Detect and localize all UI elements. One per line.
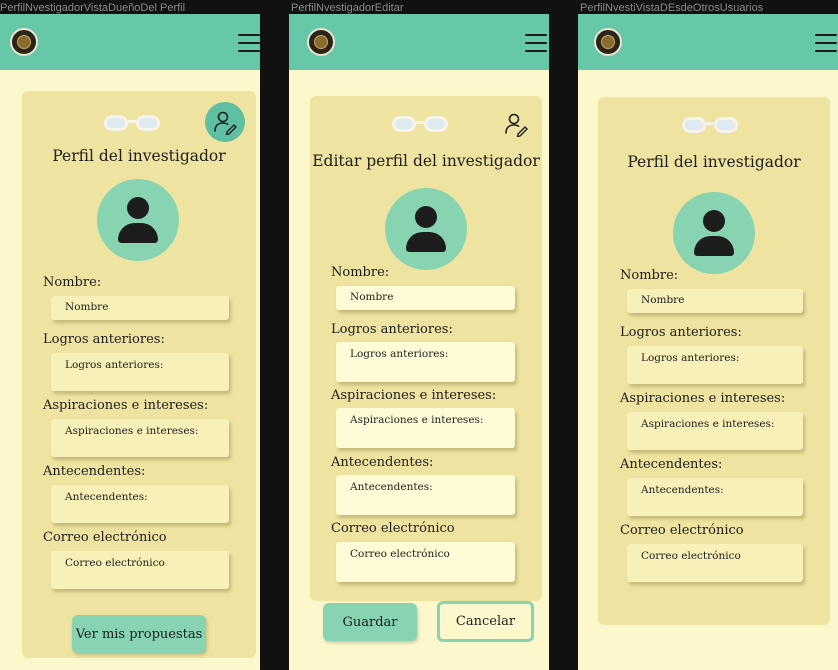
field-value-antecendentes: Antecendentes:	[627, 478, 803, 516]
field-value-aspiraciones: Aspiraciones e intereses:	[627, 412, 803, 450]
page-title: Editar perfil del investigador	[312, 152, 540, 170]
top-bar	[578, 14, 838, 70]
hamburger-menu-icon[interactable]	[238, 34, 260, 52]
field-value-correo: Correo electrónico	[51, 551, 229, 589]
hamburger-menu-icon[interactable]	[525, 34, 547, 52]
field-value-antecendentes: Antecendentes:	[51, 485, 229, 523]
glasses-icon	[680, 113, 740, 137]
page-title: Perfil del investigador	[627, 153, 801, 171]
field-label-antecendentes: Antecendentes:	[331, 455, 434, 470]
edit-profile-icon[interactable]	[500, 108, 532, 140]
page-title: Perfil del investigador	[52, 147, 226, 165]
field-label-correo: Correo electrónico	[331, 521, 455, 536]
logo-icon[interactable]	[307, 28, 335, 56]
field-label-logros: Logros anteriores:	[331, 322, 453, 337]
field-label-correo: Correo electrónico	[620, 523, 744, 538]
field-value-nombre: Nombre	[627, 289, 803, 313]
user-avatar-icon	[385, 188, 467, 270]
top-bar	[289, 14, 549, 70]
field-value-correo: Correo electrónico	[627, 544, 803, 582]
field-label-nombre: Nombre:	[43, 275, 102, 290]
profile-card: Perfil del investigador Nombre: Nombre L…	[598, 97, 830, 625]
field-label-nombre: Nombre:	[620, 268, 679, 283]
cancelar-button[interactable]: Cancelar	[437, 601, 534, 642]
field-value-aspiraciones: Aspiraciones e intereses:	[51, 419, 229, 457]
field-label-nombre: Nombre:	[331, 265, 390, 280]
correo-input[interactable]: Correo electrónico	[336, 542, 515, 582]
logo-icon[interactable]	[594, 28, 622, 56]
screen-other-users-view: Perfil del investigador Nombre: Nombre L…	[578, 14, 838, 670]
user-avatar-icon	[97, 179, 179, 261]
hamburger-menu-icon[interactable]	[815, 34, 837, 52]
nombre-input[interactable]: Nombre	[336, 286, 515, 310]
aspiraciones-input[interactable]: Aspiraciones e intereses:	[336, 408, 515, 448]
field-value-nombre: Nombre	[51, 296, 229, 320]
guardar-button[interactable]: Guardar	[323, 603, 417, 641]
edit-profile-icon	[214, 111, 237, 135]
edit-profile-card: Editar perfil del investigador Nombre: N…	[310, 96, 542, 601]
antecendentes-input[interactable]: Antecendentes:	[336, 475, 515, 515]
field-label-logros: Logros anteriores:	[43, 332, 165, 347]
field-label-correo: Correo electrónico	[43, 530, 167, 545]
profile-card: Perfil del investigador Nombre: Nombre L…	[22, 91, 256, 658]
field-label-antecendentes: Antecendentes:	[43, 464, 146, 479]
field-label-logros: Logros anteriores:	[620, 325, 742, 340]
field-label-aspiraciones: Aspiraciones e intereses:	[620, 391, 786, 406]
ver-mis-propuestas-button[interactable]: Ver mis propuestas	[72, 615, 206, 653]
logros-input[interactable]: Logros anteriores:	[336, 342, 515, 382]
glasses-icon	[102, 111, 162, 135]
top-bar	[0, 14, 260, 70]
field-label-antecendentes: Antecendentes:	[620, 457, 723, 472]
glasses-icon	[390, 112, 450, 136]
field-label-aspiraciones: Aspiraciones e intereses:	[331, 388, 497, 403]
screen-owner-view: Perfil del investigador Nombre: Nombre L…	[0, 14, 260, 670]
user-avatar-icon	[673, 192, 755, 274]
logo-icon[interactable]	[10, 28, 38, 56]
field-value-logros: Logros anteriores:	[627, 346, 803, 384]
field-value-logros: Logros anteriores:	[51, 353, 229, 391]
edit-profile-button[interactable]	[205, 102, 245, 142]
screen-edit-view: Editar perfil del investigador Nombre: N…	[289, 14, 549, 670]
field-label-aspiraciones: Aspiraciones e intereses:	[43, 398, 209, 413]
